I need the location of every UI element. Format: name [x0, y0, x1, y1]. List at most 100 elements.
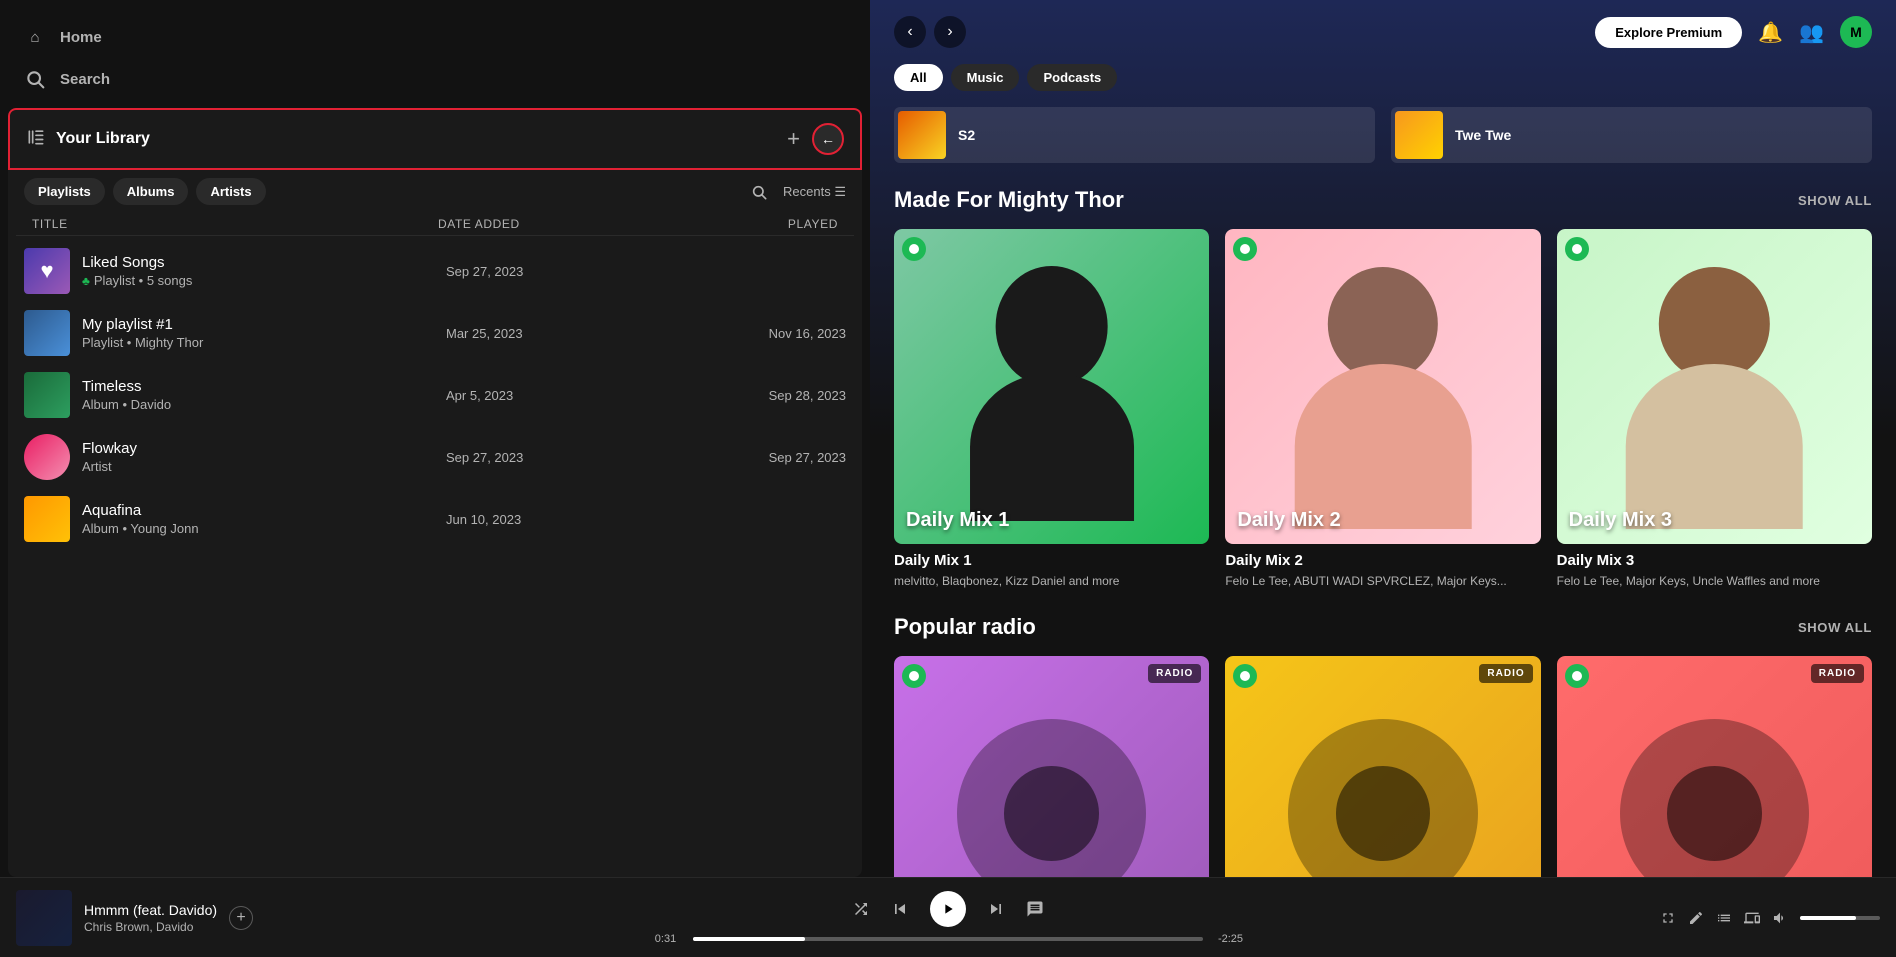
- nav-back-button[interactable]: ‹: [894, 16, 926, 48]
- daily-mix-1-card[interactable]: Daily Mix 1 Daily Mix 1 melvitto, Blaqbo…: [894, 229, 1209, 590]
- radio-2-thumb: RADIO: [1225, 656, 1540, 877]
- devices-button[interactable]: [1744, 910, 1760, 926]
- library-item-liked-songs[interactable]: ♥ Liked Songs ♣ Playlist • 5 songs Sep 2…: [16, 240, 854, 302]
- popular-radio-section-header: Popular radio Show all: [870, 614, 1896, 656]
- library-header-left: Your Library: [26, 127, 150, 152]
- liked-songs-date: Sep 27, 2023: [446, 264, 646, 279]
- timeless-played: Sep 28, 2023: [646, 388, 846, 403]
- add-to-library-button[interactable]: +: [229, 906, 253, 930]
- player-artist: Chris Brown, Davido: [84, 920, 217, 934]
- home-icon: ⌂: [24, 26, 46, 48]
- library-item-flowkay[interactable]: Flowkay Artist Sep 27, 2023 Sep 27, 2023: [16, 426, 854, 488]
- pill-all[interactable]: All: [894, 64, 943, 91]
- previous-button[interactable]: [890, 899, 910, 919]
- daily-mix-1-label: Daily Mix 1: [906, 509, 1009, 532]
- shuffle-button[interactable]: [852, 900, 870, 918]
- column-title: Title: [32, 217, 438, 231]
- notifications-button[interactable]: 🔔: [1758, 20, 1783, 45]
- top-bar: ‹ › Explore Premium 🔔 👥 M: [870, 0, 1896, 64]
- daily-mix-2-label: Daily Mix 2: [1237, 509, 1340, 532]
- lyrics-button[interactable]: [1026, 900, 1044, 918]
- progress-fill: [693, 937, 805, 941]
- pencil-button[interactable]: [1688, 910, 1704, 926]
- volume-button[interactable]: [1772, 910, 1788, 926]
- made-for-title: Made For Mighty Thor: [894, 187, 1124, 213]
- top-right: Explore Premium 🔔 👥 M: [1595, 16, 1872, 48]
- player-info: Hmmm (feat. Davido) Chris Brown, Davido: [84, 902, 217, 934]
- play-pause-button[interactable]: [930, 891, 966, 927]
- my-playlist-sub: Playlist • Mighty Thor: [82, 335, 203, 350]
- item-left-aquafina: Aquafina Album • Young Jonn: [24, 496, 446, 542]
- volume-bar[interactable]: [1800, 916, 1880, 920]
- filter-albums[interactable]: Albums: [113, 178, 189, 205]
- radio-card-2[interactable]: RADIO: [1225, 656, 1540, 877]
- daily-mix-2-sub: Felo Le Tee, ABUTI WADI SPVRCLEZ, Major …: [1225, 573, 1540, 590]
- daily-mix-3-label: Daily Mix 3: [1569, 509, 1672, 532]
- library-list: ♥ Liked Songs ♣ Playlist • 5 songs Sep 2…: [8, 236, 862, 877]
- filter-pills: All Music Podcasts: [870, 64, 1896, 107]
- daily-mix-3-card[interactable]: Daily Mix 3 Daily Mix 3 Felo Le Tee, Maj…: [1557, 229, 1872, 590]
- radio-spotify-2: [1233, 664, 1257, 688]
- library-add-button[interactable]: +: [783, 122, 804, 156]
- library-item-timeless[interactable]: Timeless Album • Davido Apr 5, 2023 Sep …: [16, 364, 854, 426]
- fullscreen-button[interactable]: [1660, 910, 1676, 926]
- pill-podcasts[interactable]: Podcasts: [1027, 64, 1117, 91]
- library-item-aquafina[interactable]: Aquafina Album • Young Jonn Jun 10, 2023: [16, 488, 854, 550]
- library-item-my-playlist[interactable]: My playlist #1 Playlist • Mighty Thor Ma…: [16, 302, 854, 364]
- flowkay-sub: Artist: [82, 459, 137, 474]
- filter-artists[interactable]: Artists: [196, 178, 265, 205]
- library-collapse-button[interactable]: ←: [812, 123, 844, 155]
- daily-mix-2-card[interactable]: Daily Mix 2 Daily Mix 2 Felo Le Tee, ABU…: [1225, 229, 1540, 590]
- liked-songs-title: Liked Songs: [82, 254, 192, 271]
- radio-badge-3: RADIO: [1811, 664, 1864, 683]
- player-center: 0:31 -2:25: [316, 891, 1580, 945]
- my-playlist-date: Mar 25, 2023: [446, 326, 646, 341]
- current-time: 0:31: [648, 933, 683, 945]
- library-icon: [26, 127, 46, 152]
- radio-circle-outer-3: [1620, 719, 1809, 877]
- column-date-added: Date Added: [438, 217, 638, 231]
- nav-forward-button[interactable]: ›: [934, 16, 966, 48]
- progress-bar[interactable]: [693, 937, 1203, 941]
- library-header: Your Library + ←: [8, 108, 862, 170]
- spotify-badge-1: [902, 237, 926, 261]
- my-playlist-info: My playlist #1 Playlist • Mighty Thor: [82, 316, 203, 350]
- popular-radio-show-all[interactable]: Show all: [1798, 620, 1872, 635]
- item-left-liked: ♥ Liked Songs ♣ Playlist • 5 songs: [24, 248, 446, 294]
- liked-songs-sub: ♣ Playlist • 5 songs: [82, 273, 192, 288]
- flowkay-played: Sep 27, 2023: [646, 450, 846, 465]
- radio-badge-1: RADIO: [1148, 664, 1201, 683]
- daily-mix-3-thumb: Daily Mix 3: [1557, 229, 1872, 544]
- library-title: Your Library: [56, 130, 150, 148]
- queue-button[interactable]: [1716, 910, 1732, 926]
- radio-card-1[interactable]: RADIO: [894, 656, 1209, 877]
- radio-card-3[interactable]: RADIO: [1557, 656, 1872, 877]
- filter-bar: Playlists Albums Artists Recents ☰: [8, 170, 862, 213]
- player-right: [1580, 910, 1880, 926]
- explore-premium-button[interactable]: Explore Premium: [1595, 17, 1742, 48]
- recent-card-twetwe[interactable]: Twe Twe: [1391, 107, 1872, 163]
- player-controls: [852, 891, 1044, 927]
- user-avatar[interactable]: M: [1840, 16, 1872, 48]
- recents-label[interactable]: Recents ☰: [783, 184, 846, 200]
- recent-card-s2[interactable]: S2: [894, 107, 1375, 163]
- radio-1-thumb: RADIO: [894, 656, 1209, 877]
- daily-mix-1-sub: melvitto, Blaqbonez, Kizz Daniel and mor…: [894, 573, 1209, 590]
- library-search-button[interactable]: [747, 180, 771, 204]
- nav-home[interactable]: ⌂ Home: [12, 16, 858, 58]
- column-played: Played: [638, 217, 838, 231]
- aquafina-date: Jun 10, 2023: [446, 512, 646, 527]
- radio-spotify-1: [902, 664, 926, 688]
- next-button[interactable]: [986, 899, 1006, 919]
- player-bar: Hmmm (feat. Davido) Chris Brown, Davido …: [0, 877, 1896, 957]
- made-for-show-all[interactable]: Show all: [1798, 193, 1872, 208]
- nav-search[interactable]: Search: [12, 58, 858, 100]
- pill-music[interactable]: Music: [951, 64, 1020, 91]
- aquafina-sub: Album • Young Jonn: [82, 521, 199, 536]
- player-left: Hmmm (feat. Davido) Chris Brown, Davido …: [16, 890, 316, 946]
- made-for-section-header: Made For Mighty Thor Show all: [870, 187, 1896, 229]
- liked-songs-thumb: ♥: [24, 248, 70, 294]
- filter-right: Recents ☰: [747, 180, 846, 204]
- friends-button[interactable]: 👥: [1799, 20, 1824, 45]
- filter-playlists[interactable]: Playlists: [24, 178, 105, 205]
